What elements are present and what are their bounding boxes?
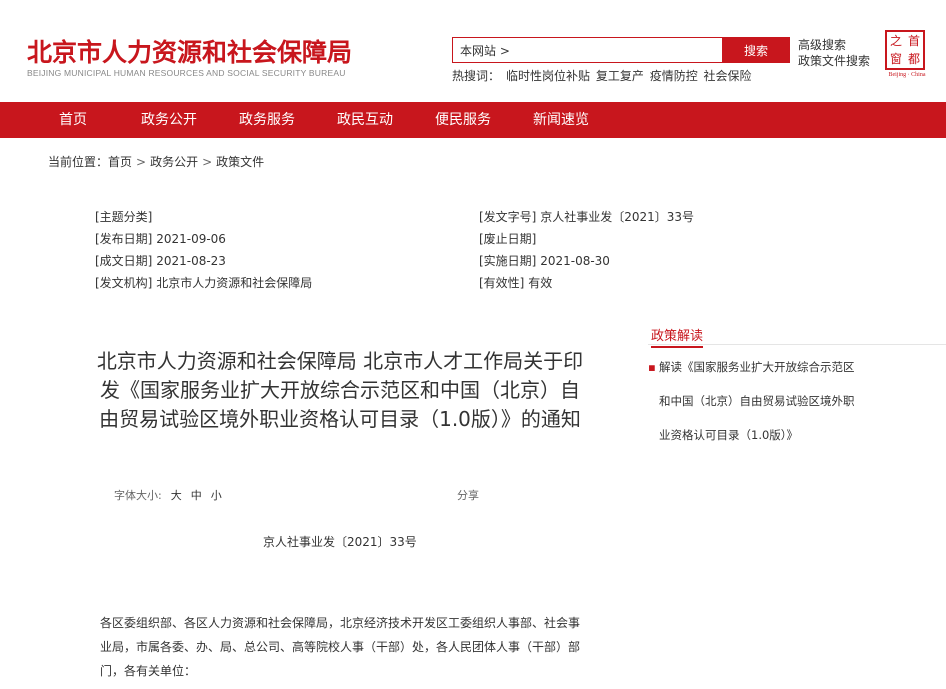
meta-effective-date: [实施日期] 2021-08-30: [479, 252, 610, 269]
hot-words: 热搜词： 临时性岗位补贴 复工复产 疫情防控 社会保险: [452, 67, 754, 84]
advanced-search-link[interactable]: 高级搜索: [798, 37, 870, 53]
search-button[interactable]: 搜索: [722, 37, 790, 63]
font-size-large-button[interactable]: 大: [171, 489, 182, 502]
meta-abolish-date: [废止日期]: [479, 230, 536, 247]
breadcrumb-label: 当前位置：: [48, 155, 109, 169]
search-box: [452, 37, 723, 63]
bullet-icon: ▪: [648, 360, 656, 374]
breadcrumb-gov-affairs[interactable]: 政务公开: [150, 155, 198, 169]
seal-char: 窗: [889, 52, 902, 66]
meta-publish-label: [发布日期]: [95, 232, 153, 246]
meta-issuer-value: 北京市人力资源和社会保障局: [156, 276, 313, 290]
meta-publish-value: 2021-09-06: [156, 232, 226, 246]
hot-word[interactable]: 疫情防控: [650, 69, 698, 83]
meta-publish-date: [发布日期] 2021-09-06: [95, 230, 226, 247]
article-salutation: 各区委组织部、各区人力资源和社会保障局，北京经济技术开发区工委组织人事部、社会事…: [100, 616, 581, 678]
share-button[interactable]: 分享: [457, 487, 479, 503]
meta-effective-value: 2021-08-30: [540, 254, 610, 268]
capital-seal-logo: 之 首 窗 都: [885, 30, 925, 70]
meta-doc-number-value: 京人社事业发〔2021〕33号: [540, 210, 695, 224]
main-nav: 首页 政务公开 政务服务 政民互动 便民服务 新闻速览: [0, 102, 946, 138]
meta-issuer-label: [发文机构]: [95, 276, 153, 290]
nav-item-public-services[interactable]: 便民服务: [435, 102, 491, 138]
breadcrumb-home[interactable]: 首页: [108, 155, 132, 169]
policy-interpretation-title: 政策解读: [651, 325, 704, 348]
meta-validity-label: [有效性]: [479, 276, 525, 290]
breadcrumb-policy-docs[interactable]: 政策文件: [216, 155, 264, 169]
meta-written-value: 2021-08-23: [156, 254, 226, 268]
policy-interpretation-link[interactable]: ▪ 解读《国家服务业扩大开放综合示范区和中国（北京）自由贸易试验区境外职业资格认…: [648, 350, 858, 452]
meta-topic: [主题分类]: [95, 208, 152, 225]
seal-char: 之: [889, 34, 902, 48]
site-title[interactable]: 北京市人力资源和社会保障局: [27, 33, 352, 69]
meta-issuer: [发文机构] 北京市人力资源和社会保障局: [95, 274, 312, 291]
breadcrumb-separator: >: [202, 155, 213, 169]
meta-topic-label: [主题分类]: [95, 210, 153, 224]
seal-caption: Beijing · China: [888, 72, 926, 78]
policy-search-link[interactable]: 政策文件搜索: [798, 53, 870, 69]
font-size-medium-button[interactable]: 中: [191, 489, 202, 502]
breadcrumb-separator: >: [136, 155, 147, 169]
advanced-search-links: 高级搜索 政策文件搜索: [798, 37, 870, 69]
nav-item-gov-services[interactable]: 政务服务: [239, 102, 295, 138]
hot-words-label: 热搜词：: [452, 69, 501, 83]
policy-interpretation-text: 解读《国家服务业扩大开放综合示范区和中国（北京）自由贸易试验区境外职业资格认可目…: [659, 360, 855, 442]
meta-effective-label: [实施日期]: [479, 254, 537, 268]
nav-item-news[interactable]: 新闻速览: [533, 102, 589, 138]
breadcrumb: 当前位置：首页 > 政务公开 > 政策文件: [48, 153, 264, 170]
font-size-label: 字体大小:: [114, 489, 162, 502]
hot-word[interactable]: 社会保险: [704, 69, 752, 83]
site-header: 北京市人力资源和社会保障局 BEIJING MUNICIPAL HUMAN RE…: [0, 0, 946, 102]
font-size-control: 字体大小: 大中小: [114, 487, 222, 503]
font-size-small-button[interactable]: 小: [211, 489, 222, 502]
hot-word[interactable]: 临时性岗位补贴: [506, 69, 590, 83]
article-title: 北京市人力资源和社会保障局 北京市人才工作局关于印发《国家服务业扩大开放综合示范…: [96, 349, 584, 431]
policy-interpretation-header: 政策解读: [648, 325, 946, 348]
nav-item-home[interactable]: 首页: [59, 102, 87, 138]
search-input[interactable]: [453, 38, 722, 62]
nav-item-gov-affairs[interactable]: 政务公开: [141, 102, 197, 138]
nav-item-interaction[interactable]: 政民互动: [337, 102, 393, 138]
meta-written-label: [成文日期]: [95, 254, 153, 268]
meta-written-date: [成文日期] 2021-08-23: [95, 252, 226, 269]
article-doc-number: 京人社事业发〔2021〕33号: [263, 535, 417, 549]
meta-doc-number: [发文字号] 京人社事业发〔2021〕33号: [479, 208, 694, 225]
hot-word[interactable]: 复工复产: [596, 69, 644, 83]
meta-validity: [有效性] 有效: [479, 274, 552, 291]
site-title-en: BEIJING MUNICIPAL HUMAN RESOURCES AND SO…: [27, 68, 346, 78]
seal-char: 都: [907, 52, 920, 66]
meta-abolish-label: [废止日期]: [479, 232, 537, 246]
meta-doc-number-label: [发文字号]: [479, 210, 537, 224]
meta-validity-value: 有效: [528, 276, 553, 290]
seal-char: 首: [907, 34, 920, 48]
